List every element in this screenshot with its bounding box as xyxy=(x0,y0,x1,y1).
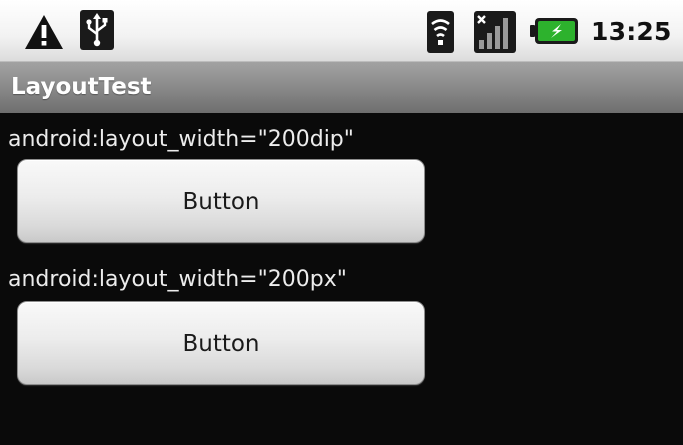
layout-width-label-dip: android:layout_width="200dip" xyxy=(8,127,354,152)
battery-icon xyxy=(530,18,578,44)
button-200dip[interactable]: Button xyxy=(17,159,425,243)
status-bar-clock: 13:25 xyxy=(591,17,672,46)
usb-icon xyxy=(80,10,114,50)
signal-icon xyxy=(474,11,516,53)
wifi-icon xyxy=(427,11,454,53)
device-screen: 13:25 LayoutTest android:layout_width="2… xyxy=(0,0,683,445)
warning-icon xyxy=(25,15,63,49)
status-bar: 13:25 xyxy=(0,0,683,61)
app-title: LayoutTest xyxy=(11,74,152,100)
app-title-bar: LayoutTest xyxy=(0,61,683,113)
layout-width-label-px: android:layout_width="200px" xyxy=(8,267,347,292)
layout-content: android:layout_width="200dip" Button and… xyxy=(0,113,683,445)
button-200px[interactable]: Button xyxy=(17,301,425,385)
